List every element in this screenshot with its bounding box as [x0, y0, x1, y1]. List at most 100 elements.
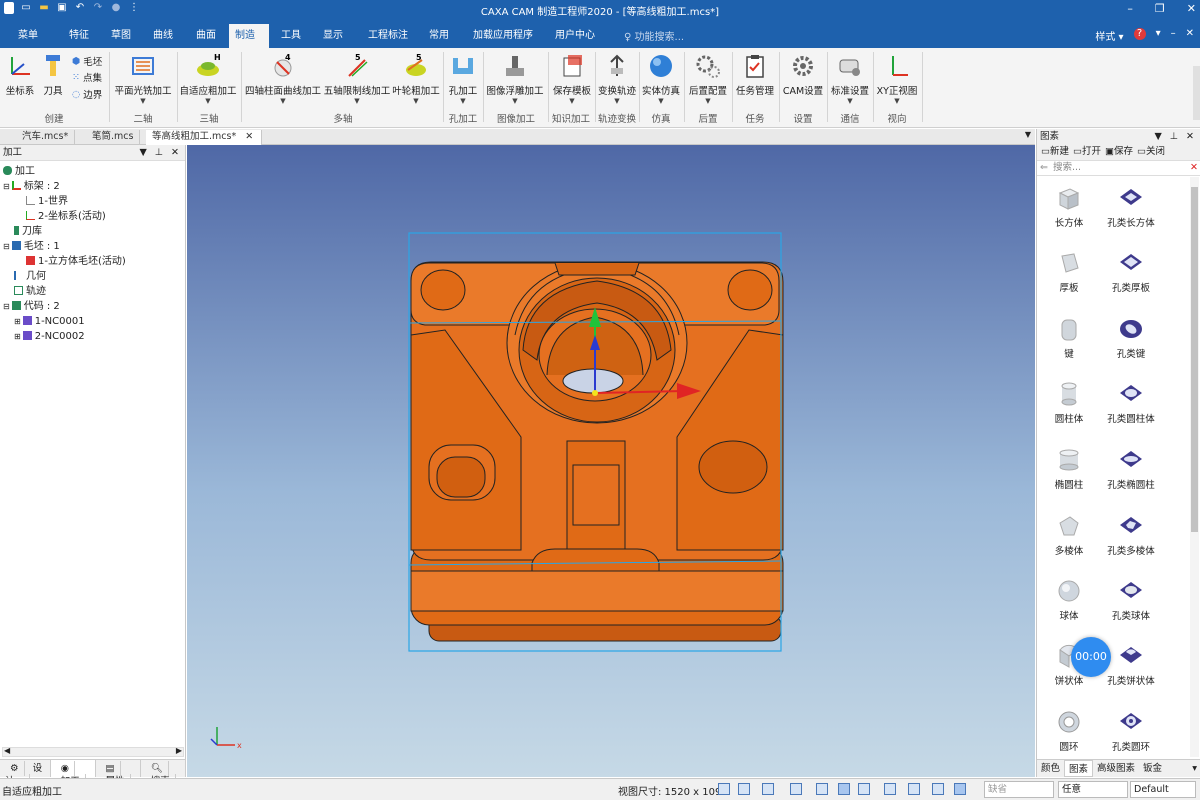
stock-button[interactable]: ⬢ 毛坯: [72, 54, 102, 69]
part-model[interactable]: x: [187, 145, 1035, 777]
restore-icon[interactable]: ❐: [1155, 2, 1165, 16]
shape-key[interactable]: 键: [1037, 316, 1101, 360]
close-tab-icon[interactable]: ✕: [245, 131, 253, 142]
shape-hole-thick-plate[interactable]: 孔类厚板: [1099, 250, 1163, 294]
standard-settings-button[interactable]: 标准设置 ▼: [828, 52, 872, 105]
orient-icon[interactable]: [816, 783, 828, 795]
doc-tab-active[interactable]: 等高线粗加工.mcs* ✕: [146, 130, 262, 145]
tab-menu[interactable]: 菜单: [12, 24, 44, 48]
solid-simulation-button[interactable]: 实体仿真 ▼: [640, 52, 682, 105]
light-icon[interactable]: [932, 783, 944, 795]
save-catalog-button[interactable]: ▣保存: [1105, 144, 1133, 160]
view-cube-icon[interactable]: [790, 783, 802, 795]
tab-display[interactable]: 显示: [317, 24, 349, 48]
planar-finish-button[interactable]: 平面光铣加工 ▼: [113, 52, 173, 105]
post-config-button[interactable]: 后置配置 ▼: [686, 52, 730, 105]
tab-annotation[interactable]: 工程标注: [362, 24, 414, 48]
help-icon[interactable]: ?: [1133, 28, 1146, 40]
tab-user-center[interactable]: 用户中心: [549, 24, 601, 48]
shape-prism[interactable]: 多棱体: [1037, 513, 1101, 557]
tree-item-coord-active[interactable]: 2-坐标系(活动): [26, 209, 106, 224]
shading-icon[interactable]: [858, 783, 870, 795]
tree-item-geometry[interactable]: 几何: [14, 269, 46, 284]
shape-hole-elliptic-cylinder[interactable]: 孔类椭圆柱: [1099, 447, 1163, 491]
pan-icon[interactable]: [762, 783, 774, 795]
tab-properties[interactable]: ▤ 属性: [96, 760, 141, 789]
tree-item-stock[interactable]: ⊟ 毛坯 : 1: [3, 239, 60, 254]
tree-item-world[interactable]: 1-世界: [26, 194, 68, 209]
collapse-icon[interactable]: ⊟: [3, 302, 10, 311]
element-search-input[interactable]: ⇐ 搜索... ✕: [1037, 161, 1200, 176]
xy-front-view-button[interactable]: XY正视图 ▼: [874, 52, 920, 105]
zoom-window-icon[interactable]: [738, 783, 750, 795]
origin-point[interactable]: [592, 390, 598, 396]
four-axis-cylinder-button[interactable]: 4 四轴柱面曲线加工 ▼: [244, 52, 322, 105]
tab-tools[interactable]: 工具: [275, 24, 307, 48]
tab-color[interactable]: 颜色: [1037, 760, 1064, 777]
shape-hole-cuboid[interactable]: 孔类长方体: [1099, 185, 1163, 229]
cam-settings-button[interactable]: CAM设置: [781, 52, 825, 97]
tabs-dropdown-icon[interactable]: ▾: [1188, 760, 1200, 777]
3d-viewport[interactable]: x: [187, 145, 1035, 777]
scroll-left-icon[interactable]: ◀: [4, 746, 10, 755]
style-menu[interactable]: 样式 ▾: [1095, 28, 1123, 43]
tree-item-tool-library[interactable]: 刀库: [14, 224, 42, 239]
display-icon[interactable]: [884, 783, 896, 795]
close-icon[interactable]: ✕: [1187, 2, 1196, 16]
recording-timer[interactable]: 00:00: [1071, 637, 1111, 677]
tab-sheet-metal[interactable]: 钣金: [1139, 760, 1166, 777]
tree-item-nc1[interactable]: ⊞ 1-NC0001: [14, 314, 85, 329]
ribbon-minimize-icon[interactable]: –: [1171, 28, 1176, 43]
collapse-icon[interactable]: ⊟: [3, 242, 10, 251]
tree-item-frames[interactable]: ⊟ 标架 : 2: [3, 179, 60, 194]
vertical-scrollbar[interactable]: [1190, 177, 1199, 757]
boundary-button[interactable]: ◌ 边界: [72, 87, 102, 102]
impeller-rough-button[interactable]: 5 叶轮粗加工 ▼: [391, 52, 441, 105]
shape-cylinder[interactable]: 圆柱体: [1037, 381, 1101, 425]
tab-load-apps[interactable]: 加载应用程序: [467, 24, 539, 48]
open-catalog-button[interactable]: ▭打开: [1073, 144, 1101, 160]
filter-select[interactable]: 缺省: [984, 781, 1054, 798]
tool-button[interactable]: 刀具: [39, 52, 67, 97]
doc-tab-car[interactable]: 汽车.mcs*: [16, 130, 76, 145]
shape-torus[interactable]: 圆环: [1037, 709, 1101, 753]
pin-icon[interactable]: ⊥: [1170, 129, 1178, 144]
collapse-icon[interactable]: ⊟: [3, 182, 10, 191]
render-mode-icon[interactable]: [838, 783, 850, 795]
doc-tab-penholder[interactable]: 笔筒.mcs: [86, 130, 141, 145]
clear-search-icon[interactable]: ✕: [1190, 161, 1198, 175]
tree-item-nc2[interactable]: ⊞ 2-NC0002: [14, 329, 85, 344]
tab-design[interactable]: ⚙ 设计...: [0, 760, 51, 789]
panel-menu-icon[interactable]: ▼: [1154, 129, 1161, 144]
shape-hole-cylinder[interactable]: 孔类圆柱体: [1099, 381, 1163, 425]
shape-hole-sphere[interactable]: 孔类球体: [1099, 578, 1163, 622]
expand-icon[interactable]: ⊞: [14, 317, 21, 326]
save-template-button[interactable]: 保存模板 ▼: [550, 52, 594, 105]
tab-surface[interactable]: 曲面: [190, 24, 222, 48]
tab-curve[interactable]: 曲线: [147, 24, 179, 48]
pin-icon[interactable]: ⊥: [155, 145, 163, 161]
panel-close-icon[interactable]: ✕: [1186, 129, 1194, 144]
back-arrow-icon[interactable]: ⇐: [1040, 161, 1048, 175]
shape-hole-torus[interactable]: 孔类圆环: [1099, 709, 1163, 753]
shape-elliptic-cylinder[interactable]: 椭圆柱: [1037, 447, 1101, 491]
tree-item-cube-stock[interactable]: 1-立方体毛坯(活动): [26, 254, 126, 269]
transform-path-button[interactable]: 变换轨迹 ▼: [596, 52, 638, 105]
scroll-thumb[interactable]: [1191, 187, 1198, 532]
zoom-icon[interactable]: [718, 783, 730, 795]
horizontal-scrollbar[interactable]: ◀ ▶: [2, 746, 184, 757]
panel-close-icon[interactable]: ✕: [171, 145, 179, 161]
select-arrow-icon[interactable]: [954, 783, 966, 795]
tab-common[interactable]: 常用: [423, 24, 455, 48]
function-search[interactable]: ♀ 功能搜索...: [624, 28, 684, 43]
pick-mode-select[interactable]: 任意: [1058, 781, 1128, 798]
close-catalog-button[interactable]: ▭关闭: [1137, 144, 1165, 160]
tab-elements[interactable]: 图素: [1064, 760, 1094, 777]
tab-feature[interactable]: 特征: [63, 24, 95, 48]
ribbon-close-icon[interactable]: ✕: [1186, 28, 1194, 43]
shape-cuboid[interactable]: 长方体: [1037, 185, 1101, 229]
style-select[interactable]: Default: [1130, 781, 1196, 798]
point-set-button[interactable]: ⁙ 点集: [72, 70, 102, 85]
shape-hole-prism[interactable]: 孔类多棱体: [1099, 513, 1163, 557]
section-icon[interactable]: [908, 783, 920, 795]
